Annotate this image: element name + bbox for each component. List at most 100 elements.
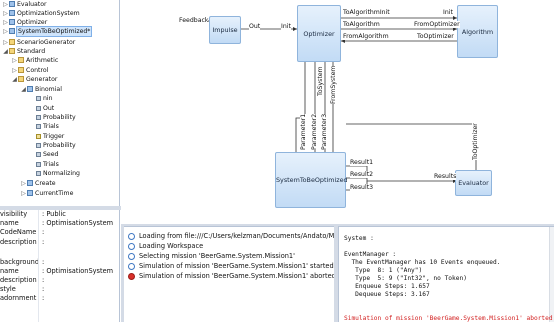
property-name: adornment bbox=[0, 294, 37, 302]
tree-item[interactable]: ▷ Optimizer bbox=[2, 18, 48, 27]
tree-item[interactable]: Out bbox=[29, 104, 55, 113]
tree-item[interactable]: ◢ Binomial bbox=[20, 85, 62, 94]
label-to-system: ToSystem bbox=[317, 66, 324, 96]
tree-item[interactable]: Probability bbox=[29, 113, 76, 122]
log-entry[interactable]: Simulation of mission 'BeerGame.System.M… bbox=[128, 261, 334, 271]
folder-icon bbox=[9, 48, 15, 54]
property-value[interactable]: : bbox=[42, 238, 44, 247]
message-log[interactable]: Loading from file:///C:/Users/kelzman/Do… bbox=[124, 226, 334, 322]
evaluator-label: Evaluator bbox=[458, 179, 489, 187]
property-row[interactable]: style: bbox=[0, 285, 119, 294]
label-init: Init bbox=[281, 23, 291, 30]
tree-item-label: Probability bbox=[43, 113, 76, 122]
tree-item[interactable]: ▷ Control bbox=[11, 66, 49, 75]
expand-toggle-icon[interactable]: ▷ bbox=[20, 179, 27, 188]
log-entry[interactable]: Loading from file:///C:/Users/kelzman/Do… bbox=[128, 231, 334, 241]
log-entry[interactable]: Loading Workspace bbox=[128, 241, 203, 251]
tree-item[interactable]: Seed bbox=[29, 150, 59, 159]
tree-item[interactable]: ▷ CurrentTime bbox=[20, 189, 74, 198]
tree-item[interactable]: Normalizing bbox=[29, 169, 80, 178]
console-line: System : bbox=[344, 235, 374, 242]
tree-item[interactable]: ▷ ScenarioGenerator bbox=[2, 38, 76, 47]
tree-item[interactable]: ▷ SystemToBeOptimized* bbox=[2, 26, 93, 37]
workspace-tree[interactable]: ▷ Evaluator ▷ OptimizationSystem ▷ Optimizer ▷… bbox=[0, 0, 120, 206]
log-entry-text: Selecting mission 'BeerGame.System.Missi… bbox=[139, 252, 295, 260]
property-value[interactable]: : bbox=[42, 276, 44, 285]
property-value[interactable]: : bbox=[42, 228, 44, 237]
console-scrollbar[interactable] bbox=[549, 227, 554, 322]
log-entry[interactable]: Selecting mission 'BeerGame.System.Missi… bbox=[128, 251, 295, 261]
property-row[interactable]: name : OptimisationSystem bbox=[0, 267, 119, 276]
tree-item[interactable]: ▷ Evaluator bbox=[2, 0, 47, 9]
property-row[interactable]: background: bbox=[0, 258, 119, 267]
tree-item[interactable]: nin bbox=[29, 94, 53, 103]
tree-item[interactable]: ▷ Arithmetic bbox=[11, 56, 59, 65]
property-value[interactable]: : OptimisationSystem bbox=[42, 219, 113, 228]
properties-grid[interactable]: visibility: Public name : OptimisationSyst… bbox=[0, 210, 120, 322]
property-name: description bbox=[0, 276, 37, 284]
property-value[interactable]: : OptimisationSystem bbox=[42, 267, 113, 276]
log-entry[interactable]: Simulation of mission 'BeerGame.System.M… bbox=[128, 271, 334, 281]
log-entry-text: Loading Workspace bbox=[139, 242, 204, 250]
impulse-node[interactable]: Impulse bbox=[209, 16, 241, 44]
property-row[interactable]: description: bbox=[0, 276, 119, 285]
tree-item-label: nin bbox=[43, 94, 53, 103]
expand-toggle-icon[interactable]: ▷ bbox=[11, 56, 18, 65]
property-value[interactable]: : bbox=[42, 285, 44, 294]
tree-item[interactable]: Trials bbox=[29, 160, 59, 169]
diagram-canvas[interactable]: Impulse Optimizer Algorithm SystemToBeOp… bbox=[121, 0, 554, 224]
log-entry-text: Simulation of mission 'BeerGame.System.M… bbox=[139, 262, 334, 270]
property-row[interactable]: CodeName: bbox=[0, 228, 119, 237]
tree-item-label: Trials bbox=[43, 160, 59, 169]
property-value[interactable]: : Public bbox=[42, 210, 66, 219]
tree-item-label: Create bbox=[35, 179, 56, 188]
tree-item-label: Seed bbox=[43, 150, 59, 159]
expand-toggle-icon[interactable]: ▷ bbox=[2, 9, 9, 18]
folder-icon bbox=[18, 57, 24, 63]
console-output[interactable]: System : EventManager : The EventManager … bbox=[338, 226, 554, 322]
property-value[interactable]: : bbox=[42, 258, 44, 267]
label-parameter2: Parameter2 bbox=[311, 113, 318, 150]
expand-toggle-icon[interactable]: ◢ bbox=[2, 47, 9, 56]
tree-item[interactable]: ▷ OptimizationSystem bbox=[2, 9, 80, 18]
tree-item-label: Out bbox=[43, 104, 55, 113]
property-icon bbox=[36, 151, 41, 157]
property-row[interactable]: adornment: bbox=[0, 294, 119, 303]
property-row[interactable]: description: bbox=[0, 238, 119, 247]
label-parameter3: Parameter3 bbox=[321, 113, 328, 150]
expand-toggle-icon[interactable]: ▷ bbox=[20, 189, 27, 198]
expand-toggle-icon[interactable]: ▷ bbox=[2, 18, 9, 27]
property-row[interactable]: name: OptimisationSystem bbox=[0, 219, 119, 228]
expand-toggle-icon[interactable]: ◢ bbox=[20, 85, 27, 94]
expand-toggle-icon[interactable]: ◢ bbox=[11, 75, 18, 84]
tree-item[interactable]: Trigger bbox=[29, 132, 65, 141]
tree-item[interactable]: Trials bbox=[29, 122, 59, 131]
evaluator-node[interactable]: Evaluator bbox=[455, 170, 492, 196]
tree-item[interactable]: ▷ Create bbox=[20, 179, 56, 188]
expand-toggle-icon[interactable]: ▷ bbox=[2, 27, 9, 36]
property-name: name bbox=[0, 267, 19, 275]
console-line: Simulation of mission 'BeerGame.System.M… bbox=[344, 315, 553, 322]
console-line: Enqueue Steps: 1.657 bbox=[344, 283, 430, 290]
tree-item-label: OptimizationSystem bbox=[17, 9, 80, 18]
info-icon bbox=[128, 232, 135, 240]
class-icon bbox=[9, 1, 15, 7]
property-icon bbox=[36, 123, 41, 129]
label-to-optimizer-evaluator: ToOptimizer bbox=[472, 123, 479, 160]
property-value[interactable]: : bbox=[42, 294, 44, 303]
algorithm-node[interactable]: Algorithm bbox=[457, 5, 498, 58]
console-line: Type 5: 9 ("Int32", no Token) bbox=[344, 275, 467, 282]
tree-item-label: SystemToBeOptimized* bbox=[15, 26, 93, 37]
tree-item[interactable]: ◢ Generator bbox=[11, 75, 58, 84]
tree-item[interactable]: Probability bbox=[29, 141, 76, 150]
property-name: style bbox=[0, 285, 16, 293]
expand-toggle-icon[interactable]: ▷ bbox=[2, 0, 9, 9]
expand-toggle-icon[interactable]: ▷ bbox=[2, 38, 9, 47]
tree-item-label: Binomial bbox=[35, 85, 62, 94]
system-to-be-optimized-node[interactable]: SystemToBeOptimized bbox=[275, 152, 348, 208]
tree-item[interactable]: ◢ Standard bbox=[2, 47, 46, 56]
property-row[interactable]: visibility: Public bbox=[0, 210, 119, 219]
error-icon bbox=[128, 272, 135, 280]
optimizer-node[interactable]: Optimizer bbox=[297, 5, 341, 62]
expand-toggle-icon[interactable]: ▷ bbox=[11, 66, 18, 75]
